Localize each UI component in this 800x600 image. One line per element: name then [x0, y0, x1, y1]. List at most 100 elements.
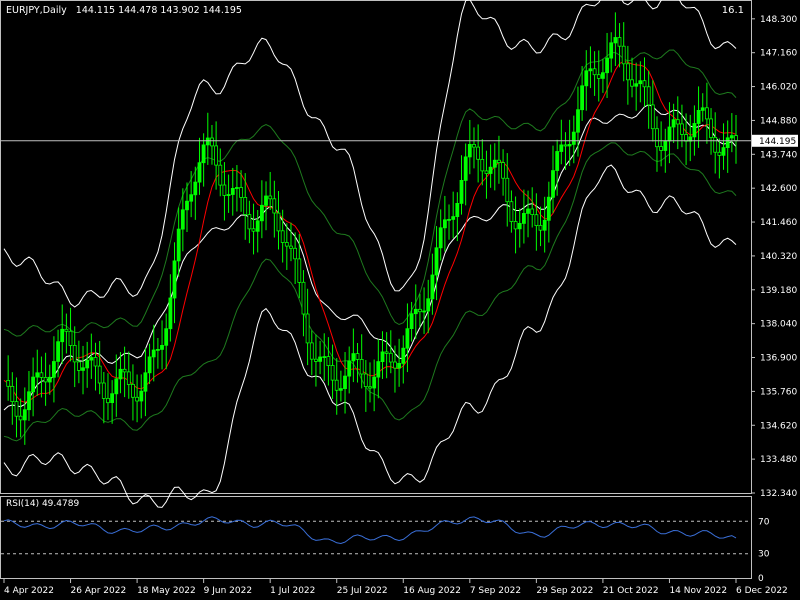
candle-body	[725, 137, 730, 149]
candle-body	[230, 187, 235, 195]
candle-body	[438, 227, 443, 249]
candle-body	[671, 119, 676, 128]
candle-body	[617, 37, 622, 47]
candle-body	[255, 220, 260, 232]
candle-body	[247, 214, 252, 230]
candle-body	[81, 367, 85, 371]
candle-body	[372, 376, 377, 389]
rsi-label: RSI(14) 49.4789	[6, 499, 80, 509]
chart-background	[0, 0, 800, 600]
candle-body	[338, 388, 343, 391]
candle-body	[43, 376, 48, 383]
candle-body	[347, 360, 352, 377]
candle-body	[509, 201, 514, 222]
candle-body	[496, 159, 501, 163]
candle-body	[222, 184, 227, 196]
candle-body	[409, 313, 414, 330]
candle-body	[459, 179, 464, 204]
candle-body	[326, 356, 331, 367]
candle-body	[189, 194, 194, 202]
candle-body	[359, 358, 364, 375]
candle-body	[501, 162, 506, 179]
candle-body	[455, 202, 460, 217]
candle-body	[147, 356, 152, 374]
candle-body	[85, 359, 90, 369]
date-axis-label: 21 Oct 2022	[603, 586, 659, 596]
candle-body	[734, 135, 738, 142]
chart-canvas: 148.300 147.160 146.020 144.880 143.740 142.6…	[0, 0, 800, 600]
date-axis-label: 26 Apr 2022	[71, 586, 127, 596]
candle-body	[322, 356, 327, 359]
candle-body	[609, 42, 614, 59]
price-axis-label: 135.760	[760, 387, 797, 397]
candle-body	[318, 356, 323, 362]
candle-body	[218, 164, 223, 186]
price-axis-label: 146.020	[760, 83, 797, 93]
candle-body	[696, 110, 701, 124]
candle-body	[605, 57, 609, 74]
candle-body	[185, 200, 189, 211]
date-axis-label: 18 May 2022	[137, 586, 196, 596]
candle-body	[52, 361, 56, 378]
candle-body	[106, 397, 110, 404]
candle-body	[130, 383, 135, 398]
candle-body	[18, 415, 23, 421]
candle-body	[110, 393, 114, 404]
candle-body	[413, 308, 418, 315]
candle-body	[289, 245, 293, 249]
candle-body	[334, 379, 339, 391]
candle-body	[588, 68, 593, 72]
price-axis-label: 141.460	[760, 218, 797, 228]
candle-body	[114, 378, 119, 395]
candle-body	[22, 409, 27, 421]
candle-body	[293, 247, 298, 260]
candle-body	[10, 385, 15, 402]
candle-body	[621, 45, 626, 65]
candle-body	[205, 137, 210, 146]
candle-body	[77, 361, 81, 371]
candle-body	[692, 123, 697, 138]
candle-body	[180, 209, 185, 230]
candle-body	[405, 328, 410, 349]
candle-body	[31, 376, 36, 393]
candle-body	[663, 140, 668, 151]
candle-body	[239, 187, 244, 198]
date-axis-label: 6 Dec 2022	[736, 586, 788, 596]
price-axis-label: 147.160	[760, 49, 797, 59]
candle-body	[463, 156, 468, 181]
candle-body	[680, 123, 684, 135]
candle-body	[172, 260, 177, 299]
candle-body	[143, 372, 148, 392]
candle-body	[700, 107, 705, 111]
candle-body	[576, 109, 580, 133]
candle-body	[451, 216, 456, 220]
candle-body	[634, 83, 639, 87]
candle-body	[642, 80, 647, 88]
candle-body	[376, 361, 381, 378]
candle-body	[530, 208, 535, 215]
candle-body	[613, 37, 618, 44]
candle-body	[397, 362, 402, 369]
ohlc-values: 144.115 144.478 143.902 144.195	[75, 5, 242, 16]
candle-body	[64, 328, 69, 332]
candle-body	[417, 308, 422, 313]
candle-body	[667, 126, 672, 142]
candle-body	[56, 341, 60, 362]
candle-body	[214, 145, 219, 166]
candle-body	[447, 218, 451, 221]
candle-body	[276, 212, 281, 232]
symbol-label: EURJPY,Daily	[6, 5, 67, 16]
candle-body	[513, 221, 518, 230]
price-axis-label: 140.320	[760, 252, 797, 262]
candle-body	[492, 159, 497, 168]
candle-body	[546, 196, 551, 221]
candle-body	[355, 353, 360, 360]
price-axis-label: 144.880	[760, 116, 797, 126]
candle-body	[284, 242, 289, 247]
candle-body	[14, 401, 19, 417]
candle-body	[272, 198, 277, 214]
candle-body	[72, 344, 77, 363]
candle-body	[542, 219, 547, 231]
date-axis-label: 14 Nov 2022	[669, 586, 727, 596]
candle-body	[393, 361, 397, 369]
